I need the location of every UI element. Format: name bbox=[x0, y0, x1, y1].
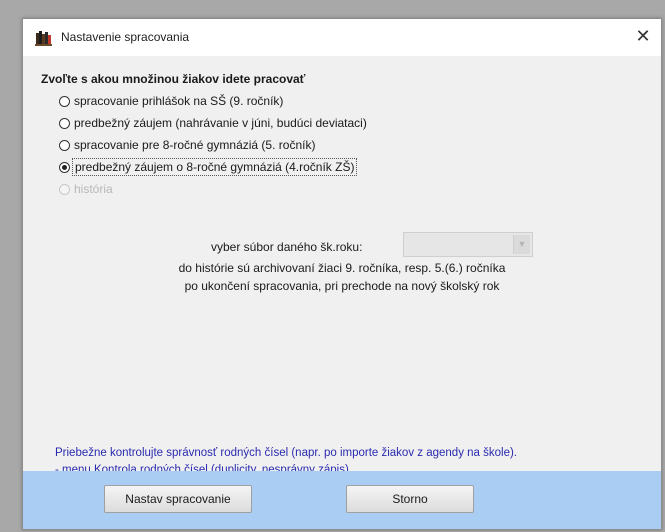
dialog-content: Zvoľte s akou množinou žiakov idete prac… bbox=[23, 56, 661, 529]
window-title: Nastavenie spracovania bbox=[61, 30, 190, 44]
radio-label-2: predbežný záujem (nahrávanie v júni, bud… bbox=[74, 116, 367, 130]
radio-label-4: predbežný záujem o 8-ročné gymnáziá (4.r… bbox=[71, 158, 358, 176]
radio-option-2[interactable]: predbežný záujem (nahrávanie v júni, bud… bbox=[59, 114, 367, 132]
radio-button-history bbox=[59, 183, 70, 195]
chevron-down-icon: ▼ bbox=[513, 235, 530, 254]
question-label: Zvoľte s akou množinou žiakov idete prac… bbox=[41, 72, 306, 86]
radio-option-history: história bbox=[59, 180, 113, 198]
radio-label-1: spracovanie prihlášok na SŠ (9. ročník) bbox=[74, 94, 284, 108]
school-year-file-select: ▼ bbox=[403, 232, 533, 257]
radio-label-3: spracovanie pre 8-ročné gymnáziá (5. roč… bbox=[74, 138, 316, 152]
radio-option-1[interactable]: spracovanie prihlášok na SŠ (9. ročník) bbox=[59, 92, 283, 110]
radio-option-3[interactable]: spracovanie pre 8-ročné gymnáziá (5. roč… bbox=[59, 136, 315, 154]
radio-label-history: história bbox=[74, 182, 113, 196]
books-icon bbox=[35, 30, 53, 46]
radio-button-2[interactable] bbox=[59, 117, 70, 129]
button-bar: Nastav spracovanie Storno bbox=[23, 471, 661, 529]
set-processing-button[interactable]: Nastav spracovanie bbox=[104, 485, 252, 513]
history-note-line-1: do histórie sú archivovaní žiaci 9. ročn… bbox=[178, 261, 506, 275]
close-icon: ✕ bbox=[635, 26, 651, 46]
history-note-line-2: po ukončení spracovania, pri prechode na… bbox=[184, 279, 500, 293]
radio-button-4[interactable] bbox=[59, 161, 70, 173]
dialog-window: Nastavenie spracovania ✕ Zvoľte s akou m… bbox=[22, 18, 662, 530]
title-bar: Nastavenie spracovania ✕ bbox=[23, 19, 661, 56]
radio-button-3[interactable] bbox=[59, 139, 70, 151]
hint-line-1: Priebežne kontrolujte správnosť rodných … bbox=[55, 447, 517, 459]
file-select-label: vyber súbor daného šk.roku: bbox=[211, 240, 363, 254]
radio-option-4[interactable]: predbežný záujem o 8-ročné gymnáziá (4.r… bbox=[59, 158, 358, 176]
close-button[interactable]: ✕ bbox=[631, 25, 655, 49]
cancel-button[interactable]: Storno bbox=[346, 485, 474, 513]
radio-button-1[interactable] bbox=[59, 95, 70, 107]
